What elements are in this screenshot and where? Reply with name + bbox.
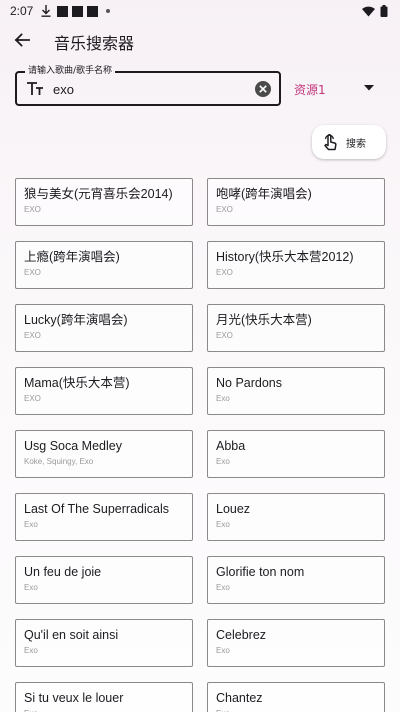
- result-title: Last Of The Superradicals: [24, 502, 169, 516]
- result-card[interactable]: Lucky(跨年演唱会) EXO: [15, 304, 193, 352]
- result-title: Chantez: [216, 691, 263, 705]
- result-card[interactable]: Qu'il en soit ainsi Exo: [15, 619, 193, 667]
- result-card[interactable]: History(快乐大本营2012) EXO: [207, 241, 385, 289]
- result-title: Glorifie ton nom: [216, 565, 305, 579]
- result-title: 狼与美女(元宵喜乐会2014): [24, 187, 173, 201]
- touch-icon: [324, 134, 337, 151]
- download-icon: [41, 5, 51, 17]
- results-grid: 狼与美女(元宵喜乐会2014) EXO 咆哮(跨年演唱会) EXO 上瘾(跨年演…: [15, 178, 385, 712]
- result-card[interactable]: Si tu veux le louer Exo: [15, 682, 193, 712]
- result-artist: EXO: [216, 331, 233, 340]
- result-title: Qu'il en soit ainsi: [24, 628, 119, 642]
- result-card[interactable]: Chantez Exo: [207, 682, 385, 712]
- result-artist: Exo: [216, 583, 230, 592]
- back-button[interactable]: [10, 28, 34, 52]
- result-card[interactable]: Abba Exo: [207, 430, 385, 478]
- text-fields-icon: [27, 82, 43, 95]
- result-artist: Exo: [216, 646, 230, 655]
- result-title: Louez: [216, 502, 251, 516]
- wifi-icon: [362, 6, 375, 16]
- result-card[interactable]: 狼与美女(元宵喜乐会2014) EXO: [15, 178, 193, 226]
- source-selected-value: 资源1: [294, 82, 326, 97]
- source-dropdown[interactable]: 资源1: [294, 76, 380, 102]
- result-title: 上瘾(跨年演唱会): [24, 250, 120, 264]
- arrow-drop-down-icon: [364, 85, 374, 91]
- search-button[interactable]: 搜索: [312, 125, 386, 159]
- battery-icon: [380, 5, 388, 17]
- result-title: Usg Soca Medley: [24, 439, 122, 453]
- result-card[interactable]: Un feu de joie Exo: [15, 556, 193, 604]
- result-title: Celebrez: [216, 628, 267, 642]
- status-bar: 2:07: [0, 0, 400, 22]
- result-title: 咆哮(跨年演唱会): [216, 187, 312, 201]
- search-button-label: 搜索: [346, 138, 366, 150]
- status-icons: [362, 5, 388, 17]
- result-artist: Exo: [24, 583, 38, 592]
- arrow-back-icon: [14, 33, 30, 47]
- notification-icon: [87, 5, 99, 17]
- result-title: Lucky(跨年演唱会): [24, 313, 128, 327]
- result-title: Abba: [216, 439, 246, 453]
- result-artist: Exo: [216, 457, 230, 466]
- result-title: 月光(快乐大本营): [216, 313, 312, 327]
- search-field[interactable]: 请输入歌曲/歌手名称: [15, 65, 281, 106]
- result-artist: Koke, Squingy, Exo: [24, 457, 94, 466]
- result-artist: EXO: [216, 205, 233, 214]
- result-artist: Exo: [24, 520, 38, 529]
- result-card[interactable]: 咆哮(跨年演唱会) EXO: [207, 178, 385, 226]
- result-artist: EXO: [24, 268, 41, 277]
- result-title: Si tu veux le louer: [24, 691, 124, 705]
- search-field-label: 请输入歌曲/歌手名称: [25, 65, 116, 77]
- result-artist: Exo: [216, 394, 230, 403]
- result-title: Un feu de joie: [24, 565, 102, 579]
- result-artist: Exo: [24, 646, 38, 655]
- result-artist: EXO: [24, 394, 41, 403]
- result-card[interactable]: Celebrez Exo: [207, 619, 385, 667]
- result-card[interactable]: Usg Soca Medley Koke, Squingy, Exo: [15, 430, 193, 478]
- result-card[interactable]: No Pardons Exo: [207, 367, 385, 415]
- more-notifications-icon: [106, 9, 111, 13]
- result-title: History(快乐大本营2012): [216, 250, 354, 264]
- result-artist: EXO: [24, 331, 41, 340]
- result-card[interactable]: 上瘾(跨年演唱会) EXO: [15, 241, 193, 289]
- result-artist: EXO: [216, 268, 233, 277]
- result-artist: Exo: [216, 520, 230, 529]
- cancel-icon[interactable]: [253, 79, 273, 99]
- result-card[interactable]: Mama(快乐大本营) EXO: [15, 367, 193, 415]
- status-time: 2:07: [10, 4, 34, 18]
- page-title: 音乐搜索器: [54, 34, 135, 53]
- result-title: Mama(快乐大本营): [24, 376, 130, 390]
- result-artist: EXO: [24, 205, 41, 214]
- app-bar: 音乐搜索器: [0, 24, 400, 56]
- result-card[interactable]: 月光(快乐大本营) EXO: [207, 304, 385, 352]
- notification-icon: [72, 5, 84, 17]
- notification-icon: [57, 5, 69, 17]
- result-card[interactable]: Louez Exo: [207, 493, 385, 541]
- search-input[interactable]: [53, 78, 243, 100]
- result-card[interactable]: Glorifie ton nom Exo: [207, 556, 385, 604]
- result-card[interactable]: Last Of The Superradicals Exo: [15, 493, 193, 541]
- result-title: No Pardons: [216, 376, 283, 390]
